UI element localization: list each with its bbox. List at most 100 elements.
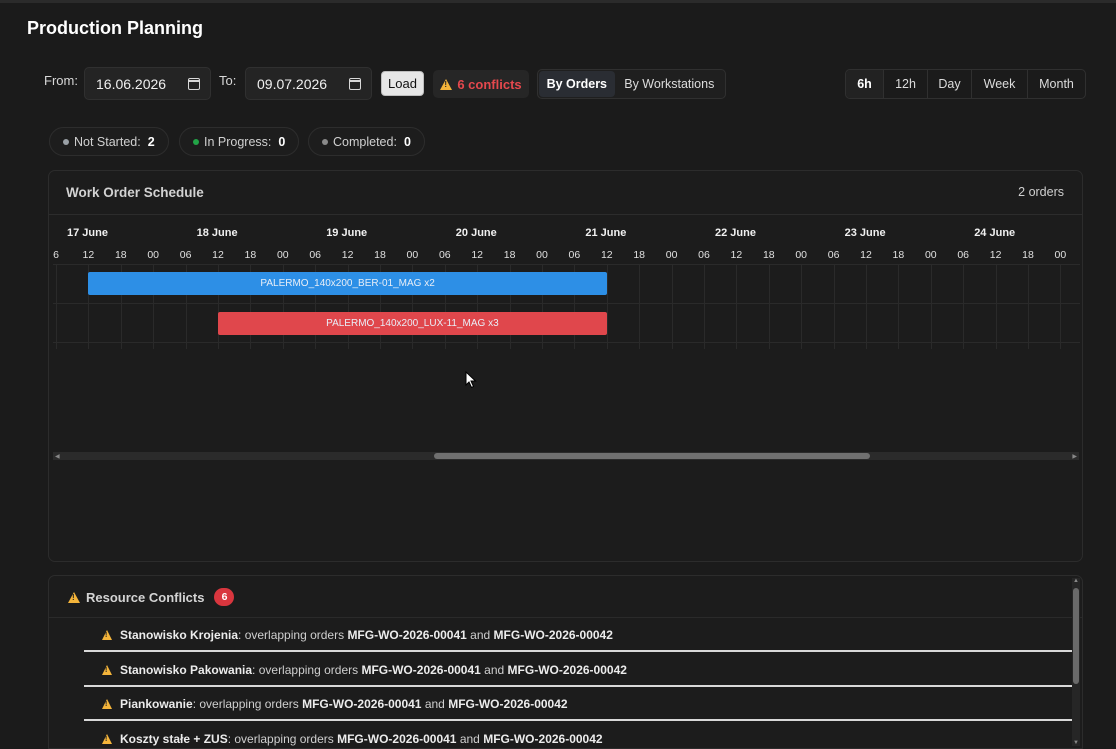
warning-icon — [102, 699, 112, 710]
warning-icon — [102, 733, 112, 745]
timeline-hour-label: 06 — [827, 249, 840, 261]
zoom-12h-button[interactable]: 12h — [884, 70, 928, 98]
grid-line — [930, 264, 932, 349]
status-not-started: Not Started: 2 — [49, 127, 169, 156]
in-progress-count: 0 — [278, 134, 286, 149]
timeline-hour-label: 18 — [892, 249, 905, 261]
grid-line — [995, 264, 997, 349]
top-border — [0, 0, 1116, 3]
zoom-week-button[interactable]: Week — [972, 70, 1028, 98]
conflict-item: Stanowisko Pakowania: overlapping orders… — [84, 653, 1074, 687]
conflicts-header: Resource Conflicts 6 — [68, 588, 235, 606]
timeline-hour-label: 12 — [212, 249, 224, 261]
timeline-hour-label: 06 — [309, 249, 322, 261]
conflict-resource: Stanowisko Pakowania — [120, 662, 253, 677]
scroll-left-icon[interactable]: ◀ — [55, 453, 60, 460]
timeline-day-label: 23 June — [844, 227, 886, 239]
conflicts-label: 6 conflicts — [457, 76, 522, 92]
status-dot — [322, 138, 328, 145]
scroll-up-icon[interactable]: ▲ — [1073, 578, 1079, 584]
vertical-scrollbar[interactable]: ▲ ▼ — [1072, 578, 1080, 746]
mouse-cursor-icon — [465, 371, 477, 389]
conflict-text: Koszty stałe + ZUS: overlapping orders M… — [120, 731, 603, 746]
from-date-input[interactable]: 16.06.2026 — [84, 67, 211, 100]
warning-icon — [68, 591, 80, 603]
timeline-day-label: 18 June — [196, 227, 238, 239]
not-started-count: 2 — [147, 134, 155, 149]
by-workstations-tab[interactable]: By Workstations — [615, 71, 724, 97]
zoom-6h-button[interactable]: 6h — [846, 70, 884, 98]
conflict-order-b: MFG-WO-2026-00042 — [448, 697, 568, 711]
timeline-hour-label: 18 — [114, 249, 127, 261]
warning-icon — [102, 664, 112, 676]
calendar-icon[interactable] — [188, 77, 200, 90]
divider — [49, 214, 1082, 215]
scrollbar-thumb[interactable] — [1073, 588, 1079, 684]
timeline-hour-label: 06 — [438, 249, 451, 261]
load-button[interactable]: Load — [381, 71, 424, 96]
timeline-hour-label: 00 — [1054, 249, 1067, 261]
to-date-input[interactable]: 09.07.2026 — [245, 67, 372, 100]
resource-conflicts-panel: Resource Conflicts 6 Stanowisko Krojenia… — [48, 575, 1083, 749]
grid-line — [606, 264, 608, 349]
scroll-right-icon[interactable]: ▶ — [1072, 453, 1077, 460]
grid-line — [1028, 264, 1029, 349]
timeline-hour-label: 06 — [698, 249, 710, 261]
conflict-text: Piankowanie: overlapping orders MFG-WO-2… — [120, 697, 568, 711]
grid-line — [1060, 264, 1062, 349]
timeline-hour-label: 00 — [147, 249, 160, 261]
calendar-icon[interactable] — [349, 77, 361, 90]
grid-line — [833, 264, 835, 349]
conflict-resource: Piankowanie — [120, 697, 193, 711]
grid-line — [768, 264, 770, 349]
scrollbar-thumb[interactable] — [434, 453, 870, 459]
timeline-hour-label: 12 — [82, 249, 95, 261]
timeline-hour-label: 12 — [600, 249, 613, 261]
grid-line — [53, 264, 1080, 265]
warning-icon — [440, 78, 453, 90]
status-in-progress: In Progress: 0 — [179, 127, 300, 156]
horizontal-scrollbar[interactable]: ◀ ▶ — [53, 452, 1079, 460]
grid-line — [898, 264, 900, 349]
zoom-month-button[interactable]: Month — [1028, 70, 1085, 98]
work-order-bar[interactable]: PALERMO_140x200_BER-01_MAG x2 — [88, 272, 607, 295]
grid-line — [671, 264, 673, 349]
status-dot — [63, 138, 69, 145]
grid-line — [963, 264, 965, 349]
timeline-hour-label: 00 — [795, 249, 808, 261]
timeline-hour-label: 18 — [762, 249, 775, 261]
to-label: To: — [219, 73, 237, 88]
from-date-value: 16.06.2026 — [96, 75, 167, 92]
grid-line — [53, 303, 1080, 304]
conflict-order-b: MFG-WO-2026-00042 — [483, 731, 603, 746]
status-completed: Completed: 0 — [308, 127, 425, 156]
conflict-item: Stanowisko Krojenia: overlapping orders … — [84, 618, 1074, 652]
timeline-hour-label: 18 — [503, 249, 516, 261]
timeline-hour-label: 06 — [179, 249, 192, 261]
timeline-hour-label: 12 — [860, 249, 872, 261]
timeline-hour-label: 00 — [406, 249, 419, 261]
by-orders-tab[interactable]: By Orders — [539, 71, 615, 97]
conflict-order-a: MFG-WO-2026-00041 — [361, 662, 481, 677]
timeline-day-label: 21 June — [585, 227, 627, 239]
completed-count: 0 — [403, 134, 411, 149]
conflict-resource: Stanowisko Krojenia — [120, 628, 239, 642]
status-dot — [193, 138, 199, 145]
timeline-hour-label: 12 — [341, 249, 354, 261]
timeline-hour-label: 6 — [53, 249, 59, 261]
timeline-hour-label: 18 — [633, 249, 646, 261]
conflict-item: Piankowanie: overlapping orders MFG-WO-2… — [84, 687, 1074, 721]
zoom-day-button[interactable]: Day — [928, 70, 972, 98]
work-order-bar[interactable]: PALERMO_140x200_LUX-11_MAG x3 — [218, 312, 607, 335]
timeline-hour-label: 00 — [665, 249, 678, 261]
grid-line — [704, 264, 705, 349]
timeline-hour-label: 00 — [536, 249, 548, 261]
zoom-selector: 6h 12h Day Week Month — [845, 69, 1086, 99]
timeline-day-label: 24 June — [974, 227, 1016, 239]
conflict-item: Koszty stałe + ZUS: overlapping orders M… — [84, 722, 1074, 749]
scroll-down-icon[interactable]: ▼ — [1073, 740, 1079, 746]
timeline-day-label: 22 June — [715, 227, 756, 239]
conflicts-button[interactable]: 6 conflicts — [433, 70, 529, 98]
conflict-order-a: MFG-WO-2026-00041 — [347, 628, 467, 642]
grid-line — [736, 264, 738, 349]
